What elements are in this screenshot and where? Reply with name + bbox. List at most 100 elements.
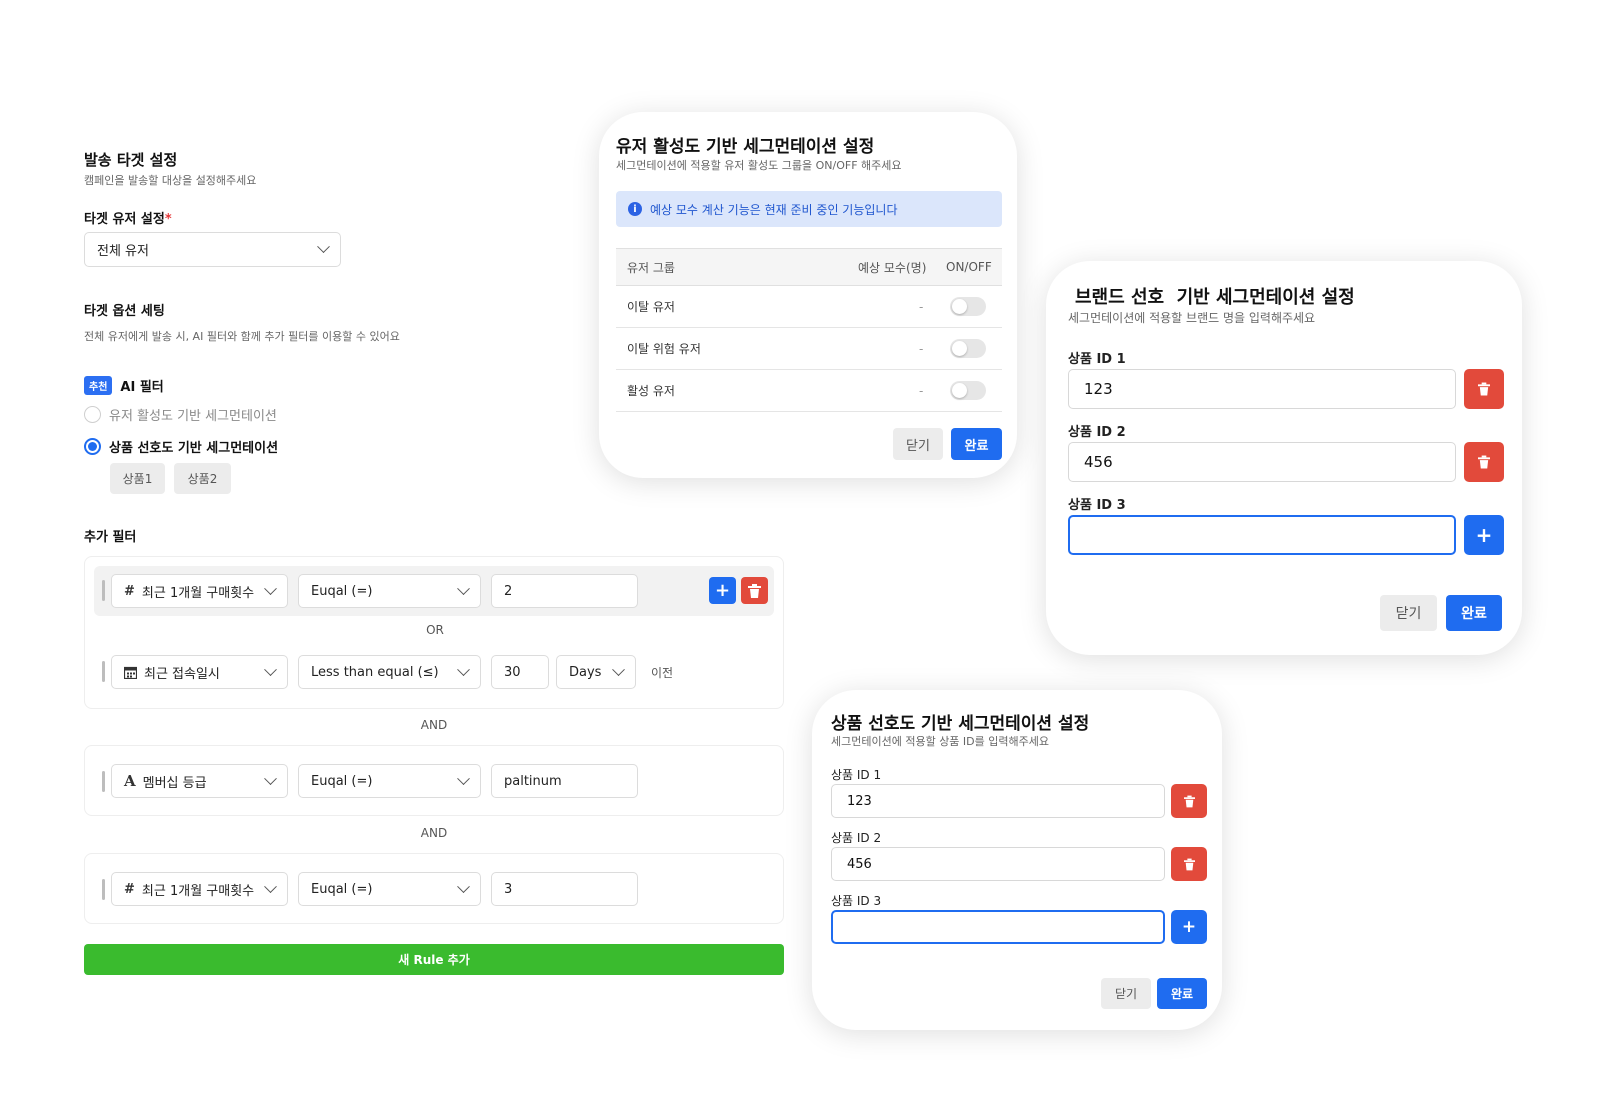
product-add-button[interactable]: + xyxy=(1171,910,1207,944)
rule2-value-input[interactable]: paltinum xyxy=(491,764,638,798)
add-rule-button[interactable]: 새 Rule 추가 xyxy=(84,944,784,975)
rule3-operator-select[interactable]: Euqal (=) xyxy=(298,872,481,906)
row-count: - xyxy=(919,341,924,356)
product-delete-button-2[interactable] xyxy=(1171,847,1207,881)
plus-icon: + xyxy=(1475,523,1493,547)
rule2-operator-select[interactable]: Euqal (=) xyxy=(298,764,481,798)
brand-done-button[interactable]: 완료 xyxy=(1446,595,1502,631)
toggle-switch[interactable] xyxy=(950,381,986,400)
drag-handle[interactable] xyxy=(102,661,105,682)
chevron-down-icon xyxy=(457,662,470,676)
hash-icon: # xyxy=(124,881,135,897)
rule1-field-select[interactable]: # 최근 1개월 구매횟수 xyxy=(111,574,288,608)
brand-id-input-3[interactable] xyxy=(1068,515,1456,555)
rule1b-operator-select[interactable]: Less than equal (≤) xyxy=(298,655,481,689)
toggle-switch[interactable] xyxy=(950,339,986,358)
product-modal-title: 상품 선호도 기반 세그먼테이션 설정 xyxy=(831,714,1090,734)
delete-condition-button[interactable] xyxy=(741,577,768,604)
rule3-field-value: 최근 1개월 구매횟수 xyxy=(141,883,255,899)
rule1b-unit-select[interactable]: Days xyxy=(556,655,636,689)
trash-icon xyxy=(1478,382,1490,396)
radio-activity-segmentation[interactable]: 유저 활성도 기반 세그먼테이션 xyxy=(84,405,277,424)
activity-close-button[interactable]: 닫기 xyxy=(893,428,943,460)
radio-product-label: 상품 선호도 기반 세그먼테이션 xyxy=(109,441,279,456)
target-user-select[interactable]: 전체 유저 xyxy=(84,232,341,267)
brand-delete-button-1[interactable] xyxy=(1464,369,1504,409)
brand-field-label-3: 상품 ID 3 xyxy=(1068,498,1126,513)
product-close-button[interactable]: 닫기 xyxy=(1101,978,1151,1009)
product-done-button[interactable]: 완료 xyxy=(1157,978,1207,1009)
product-id-input-1[interactable]: 123 xyxy=(831,784,1165,818)
drag-handle[interactable] xyxy=(102,879,105,900)
rule2-field-value: 멤버십 등급 xyxy=(142,775,207,791)
chevron-down-icon xyxy=(264,581,277,595)
table-row: 활성 유저 - xyxy=(616,370,1002,412)
product-delete-button-1[interactable] xyxy=(1171,784,1207,818)
rule2-operator-value: Euqal (=) xyxy=(311,773,373,789)
rule1b-value: 30 xyxy=(504,664,521,680)
radio-button-selected[interactable] xyxy=(84,438,101,455)
product-id-input-2[interactable]: 456 xyxy=(831,847,1165,881)
drag-handle[interactable] xyxy=(102,580,105,601)
rule1b-field-value: 최근 접속일시 xyxy=(144,666,220,682)
rule1b-field-select[interactable]: 최근 접속일시 xyxy=(111,655,288,689)
drag-handle[interactable] xyxy=(102,771,105,792)
product-chip-2[interactable]: 상품2 xyxy=(174,463,231,494)
rule2-value: paltinum xyxy=(504,773,562,789)
header-onoff: ON/OFF xyxy=(946,260,992,274)
rule1b-value-input[interactable]: 30 xyxy=(491,655,549,689)
brand-field-label-2: 상품 ID 2 xyxy=(1068,425,1126,440)
rule3-operator-value: Euqal (=) xyxy=(311,881,373,897)
notice-banner: i 예상 모수 계산 기능은 현재 준비 중인 기능입니다 xyxy=(616,191,1002,227)
trash-icon xyxy=(1183,795,1195,807)
trash-icon xyxy=(1183,858,1195,870)
brand-field-label-1: 상품 ID 1 xyxy=(1068,352,1126,367)
product-field-label-2: 상품 ID 2 xyxy=(831,831,882,845)
table-row: 이탈 유저 - xyxy=(616,286,1002,328)
radio-product-segmentation[interactable]: 상품 선호도 기반 세그먼테이션 xyxy=(84,437,278,456)
info-icon: i xyxy=(628,202,642,216)
rule1-value-input[interactable]: 2 xyxy=(491,574,638,608)
product-chip-1[interactable]: 상품1 xyxy=(110,463,165,494)
rule3-value: 3 xyxy=(504,881,513,897)
target-options-description: 전체 유저에게 발송 시, AI 필터와 함께 추가 필터를 이용할 수 있어요 xyxy=(84,330,400,343)
brand-segmentation-modal: 브랜드 선호 기반 세그먼테이션 설정 세그먼테이션에 적용할 브랜드 명을 입… xyxy=(1046,261,1522,655)
rule1-operator-value: Euqal (=) xyxy=(311,583,373,599)
rule1-field-value: 최근 1개월 구매횟수 xyxy=(141,585,255,601)
brand-modal-title: 브랜드 선호 기반 세그먼테이션 설정 xyxy=(1075,287,1355,308)
rule1-operator-select[interactable]: Euqal (=) xyxy=(298,574,481,608)
product-modal-description: 세그먼테이션에 적용할 상품 ID를 입력해주세요 xyxy=(831,735,1049,748)
recommend-badge: 추천 xyxy=(84,376,113,395)
radio-button[interactable] xyxy=(84,406,101,423)
row-group: 이탈 유저 xyxy=(627,300,675,314)
and-connector-1: AND xyxy=(420,718,448,732)
brand-close-button[interactable]: 닫기 xyxy=(1380,595,1437,631)
ai-filter-header: 추천 AI 필터 xyxy=(84,376,164,395)
header-user-group: 유저 그룹 xyxy=(627,260,675,275)
plus-icon: + xyxy=(1181,916,1197,937)
brand-delete-button-2[interactable] xyxy=(1464,442,1504,482)
activity-modal-title: 유저 활성도 기반 세그먼테이션 설정 xyxy=(616,137,875,157)
target-options-title: 타겟 옵션 세팅 xyxy=(84,304,165,319)
brand-id-input-2[interactable]: 456 xyxy=(1068,442,1456,482)
rule3-value-input[interactable]: 3 xyxy=(491,872,638,906)
rule3-field-select[interactable]: # 최근 1개월 구매횟수 xyxy=(111,872,288,906)
radio-activity-label: 유저 활성도 기반 세그먼테이션 xyxy=(109,409,277,424)
product-field-label-3: 상품 ID 3 xyxy=(831,894,882,908)
brand-id-value-1: 123 xyxy=(1084,380,1113,398)
add-condition-button[interactable]: + xyxy=(709,577,736,604)
brand-id-input-1[interactable]: 123 xyxy=(1068,369,1456,409)
brand-add-button[interactable]: + xyxy=(1464,515,1504,555)
notice-text: 예상 모수 계산 기능은 현재 준비 중인 기능입니다 xyxy=(650,202,898,217)
rule2-field-select[interactable]: A 멤버십 등급 xyxy=(111,764,288,798)
required-mark: * xyxy=(164,212,172,227)
rule-group-1: # 최근 1개월 구매횟수 Euqal (=) 2 + OR 최근 접속일시 L… xyxy=(84,556,784,709)
ai-filter-label: AI 필터 xyxy=(120,380,164,395)
activity-done-button[interactable]: 완료 xyxy=(951,428,1002,460)
extra-filter-title: 추가 필터 xyxy=(84,530,137,545)
plus-icon: + xyxy=(714,579,731,601)
or-connector: OR xyxy=(426,623,444,637)
toggle-switch[interactable] xyxy=(950,297,986,316)
page-title: 발송 타겟 설정 xyxy=(84,151,178,169)
product-id-input-3[interactable] xyxy=(831,910,1165,944)
